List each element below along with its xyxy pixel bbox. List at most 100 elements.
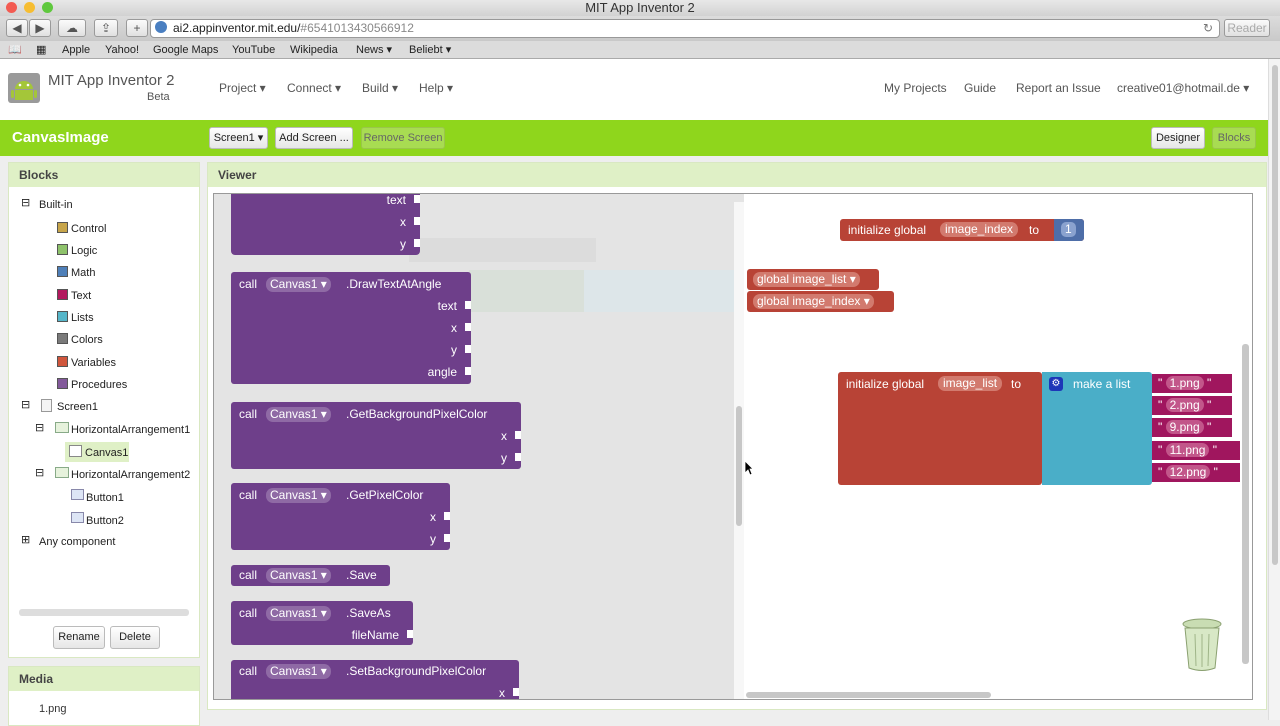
component-dropdown[interactable]: Canvas1 ▾ [266, 277, 331, 292]
workspace-vscroll-thumb[interactable] [1242, 344, 1249, 664]
forward-icon[interactable]: ▶ [29, 19, 51, 37]
collapse-ha1-icon[interactable]: ⊟ [35, 421, 44, 434]
reload-icon[interactable]: ↻ [1203, 20, 1213, 37]
delete-button[interactable]: Delete [110, 626, 160, 649]
screen-select-button[interactable]: Screen1 ▾ [209, 127, 268, 149]
variable-name-field[interactable]: image_list [938, 376, 1003, 391]
text-string-block[interactable]: " 2.png " [1152, 396, 1232, 415]
tree-any-component[interactable]: Any component [39, 536, 115, 548]
designer-button[interactable]: Designer [1151, 127, 1205, 149]
blocks-workspace[interactable]: text x y call Canvas1 ▾ .DrawTextAtAngle… [213, 193, 1253, 700]
bookmark-google-maps[interactable]: Google Maps [153, 41, 218, 59]
save-as-block[interactable]: call Canvas1 ▾ .SaveAs fileName [231, 601, 413, 645]
string-value[interactable]: 12.png [1165, 465, 1211, 479]
get-global-image-list-block[interactable]: global image_list ▾ [747, 269, 879, 290]
tree-hscrollbar[interactable] [19, 609, 189, 616]
builtin-text[interactable]: Text [71, 290, 91, 302]
tree-ha1[interactable]: HorizontalArrangement1 [71, 424, 190, 436]
builtin-control[interactable]: Control [71, 223, 106, 235]
text-string-block[interactable]: " 12.png " [1152, 463, 1240, 482]
component-dropdown[interactable]: Canvas1 ▾ [266, 606, 331, 621]
remove-screen-button[interactable]: Remove Screen [361, 127, 445, 149]
text-string-block[interactable]: " 9.png " [1152, 418, 1232, 437]
account-menu[interactable]: creative01@hotmail.de ▾ [1117, 81, 1249, 95]
bookmark-news[interactable]: News ▾ [356, 41, 392, 59]
builtin-variables[interactable]: Variables [71, 357, 116, 369]
tree-ha2[interactable]: HorizontalArrangement2 [71, 469, 190, 481]
builtin-lists[interactable]: Lists [71, 312, 94, 324]
rename-button[interactable]: Rename [53, 626, 105, 649]
number-field[interactable]: 1 [1061, 222, 1076, 237]
collapse-ha2-icon[interactable]: ⊟ [35, 466, 44, 479]
book-icon[interactable]: 📖 [8, 41, 22, 59]
trash-can-icon[interactable] [1180, 616, 1224, 674]
bookmark-apple[interactable]: Apple [62, 41, 90, 59]
report-issue-link[interactable]: Report an Issue [1016, 81, 1101, 95]
string-value[interactable]: 9.png [1165, 420, 1204, 434]
draw-text-at-angle-block[interactable]: call Canvas1 ▾ .DrawTextAtAngle text x y… [231, 272, 471, 384]
text-string-block[interactable]: " 1.png " [1152, 374, 1232, 393]
workspace-hscroll-thumb[interactable] [746, 692, 991, 698]
number-block[interactable]: 1 [1054, 219, 1084, 241]
expand-any-component-icon[interactable]: ⊞ [21, 533, 30, 546]
getter-dropdown[interactable]: global image_list ▾ [753, 272, 860, 287]
partial-draw-block[interactable]: text x y [231, 194, 420, 255]
component-dropdown[interactable]: Canvas1 ▾ [266, 407, 331, 422]
blocks-button[interactable]: Blocks [1212, 127, 1256, 149]
menu-build[interactable]: Build ▾ [362, 81, 398, 95]
variable-name-field[interactable]: image_index [940, 222, 1019, 237]
set-background-pixel-color-block[interactable]: call Canvas1 ▾ .SetBackgroundPixelColor … [231, 660, 519, 699]
bookmark-youtube[interactable]: YouTube [232, 41, 275, 59]
back-icon[interactable]: ◀ [6, 19, 28, 37]
save-block[interactable]: call Canvas1 ▾ .Save [231, 565, 390, 586]
zoom-window-icon[interactable] [42, 2, 53, 13]
component-dropdown[interactable]: Canvas1 ▾ [266, 568, 331, 583]
get-pixel-color-block[interactable]: call Canvas1 ▾ .GetPixelColor x y [231, 483, 450, 550]
builtin-colors[interactable]: Colors [71, 334, 103, 346]
flyout-scroll-thumb[interactable] [736, 406, 742, 526]
mutator-gear-icon[interactable]: ⚙ [1049, 377, 1063, 391]
builtin-procedures[interactable]: Procedures [71, 379, 127, 391]
text-string-block[interactable]: " 11.png " [1152, 441, 1240, 460]
android-logo-icon[interactable] [6, 69, 42, 105]
menu-connect[interactable]: Connect ▾ [287, 81, 341, 95]
media-file-item[interactable]: 1.png [39, 703, 67, 715]
bookmark-wikipedia[interactable]: Wikipedia [290, 41, 338, 59]
string-value[interactable]: 1.png [1165, 376, 1204, 390]
string-value[interactable]: 2.png [1165, 398, 1204, 412]
string-value[interactable]: 11.png [1165, 443, 1210, 457]
getter-dropdown[interactable]: global image_index ▾ [753, 294, 874, 309]
minimize-window-icon[interactable] [24, 2, 35, 13]
bookmark-yahoo[interactable]: Yahoo! [105, 41, 139, 59]
guide-link[interactable]: Guide [964, 81, 996, 95]
bookmark-beliebt[interactable]: Beliebt ▾ [409, 41, 451, 59]
menu-project[interactable]: Project ▾ [219, 81, 266, 95]
tree-canvas1[interactable]: Canvas1 [85, 447, 128, 459]
component-dropdown[interactable]: Canvas1 ▾ [266, 488, 331, 503]
make-a-list-block[interactable]: ⚙ make a list [1042, 372, 1152, 485]
tree-screen1[interactable]: Screen1 [57, 401, 98, 413]
tree-button1[interactable]: Button1 [86, 492, 124, 504]
component-dropdown[interactable]: Canvas1 ▾ [266, 664, 331, 679]
close-window-icon[interactable] [6, 2, 17, 13]
address-bar[interactable]: ai2.appinventor.mit.edu/#654101343056691… [150, 19, 1220, 38]
tree-button2[interactable]: Button2 [86, 515, 124, 527]
builtin-logic[interactable]: Logic [71, 245, 97, 257]
page-scrollbar[interactable] [1268, 59, 1280, 720]
collapse-builtin-icon[interactable]: ⊟ [21, 196, 30, 209]
init-global-image-list-block[interactable]: initialize global image_list to [838, 372, 1042, 485]
tree-canvas1-selected[interactable]: Canvas1 [65, 442, 129, 462]
get-global-image-index-block[interactable]: global image_index ▾ [747, 291, 894, 312]
grid-icon[interactable]: ▦ [36, 41, 46, 59]
cloud-icon[interactable]: ☁ [58, 19, 86, 37]
get-background-pixel-color-block[interactable]: call Canvas1 ▾ .GetBackgroundPixelColor … [231, 402, 521, 469]
init-global-image-index-block[interactable]: initialize global image_index to 1 [840, 219, 1084, 241]
builtin-label[interactable]: Built-in [39, 199, 73, 211]
builtin-math[interactable]: Math [71, 267, 95, 279]
menu-help[interactable]: Help ▾ [419, 81, 453, 95]
collapse-screen-icon[interactable]: ⊟ [21, 398, 30, 411]
add-screen-button[interactable]: Add Screen ... [275, 127, 353, 149]
my-projects-link[interactable]: My Projects [884, 81, 947, 95]
new-tab-icon[interactable]: + [126, 19, 148, 37]
share-icon[interactable]: ⇪ [94, 19, 118, 37]
